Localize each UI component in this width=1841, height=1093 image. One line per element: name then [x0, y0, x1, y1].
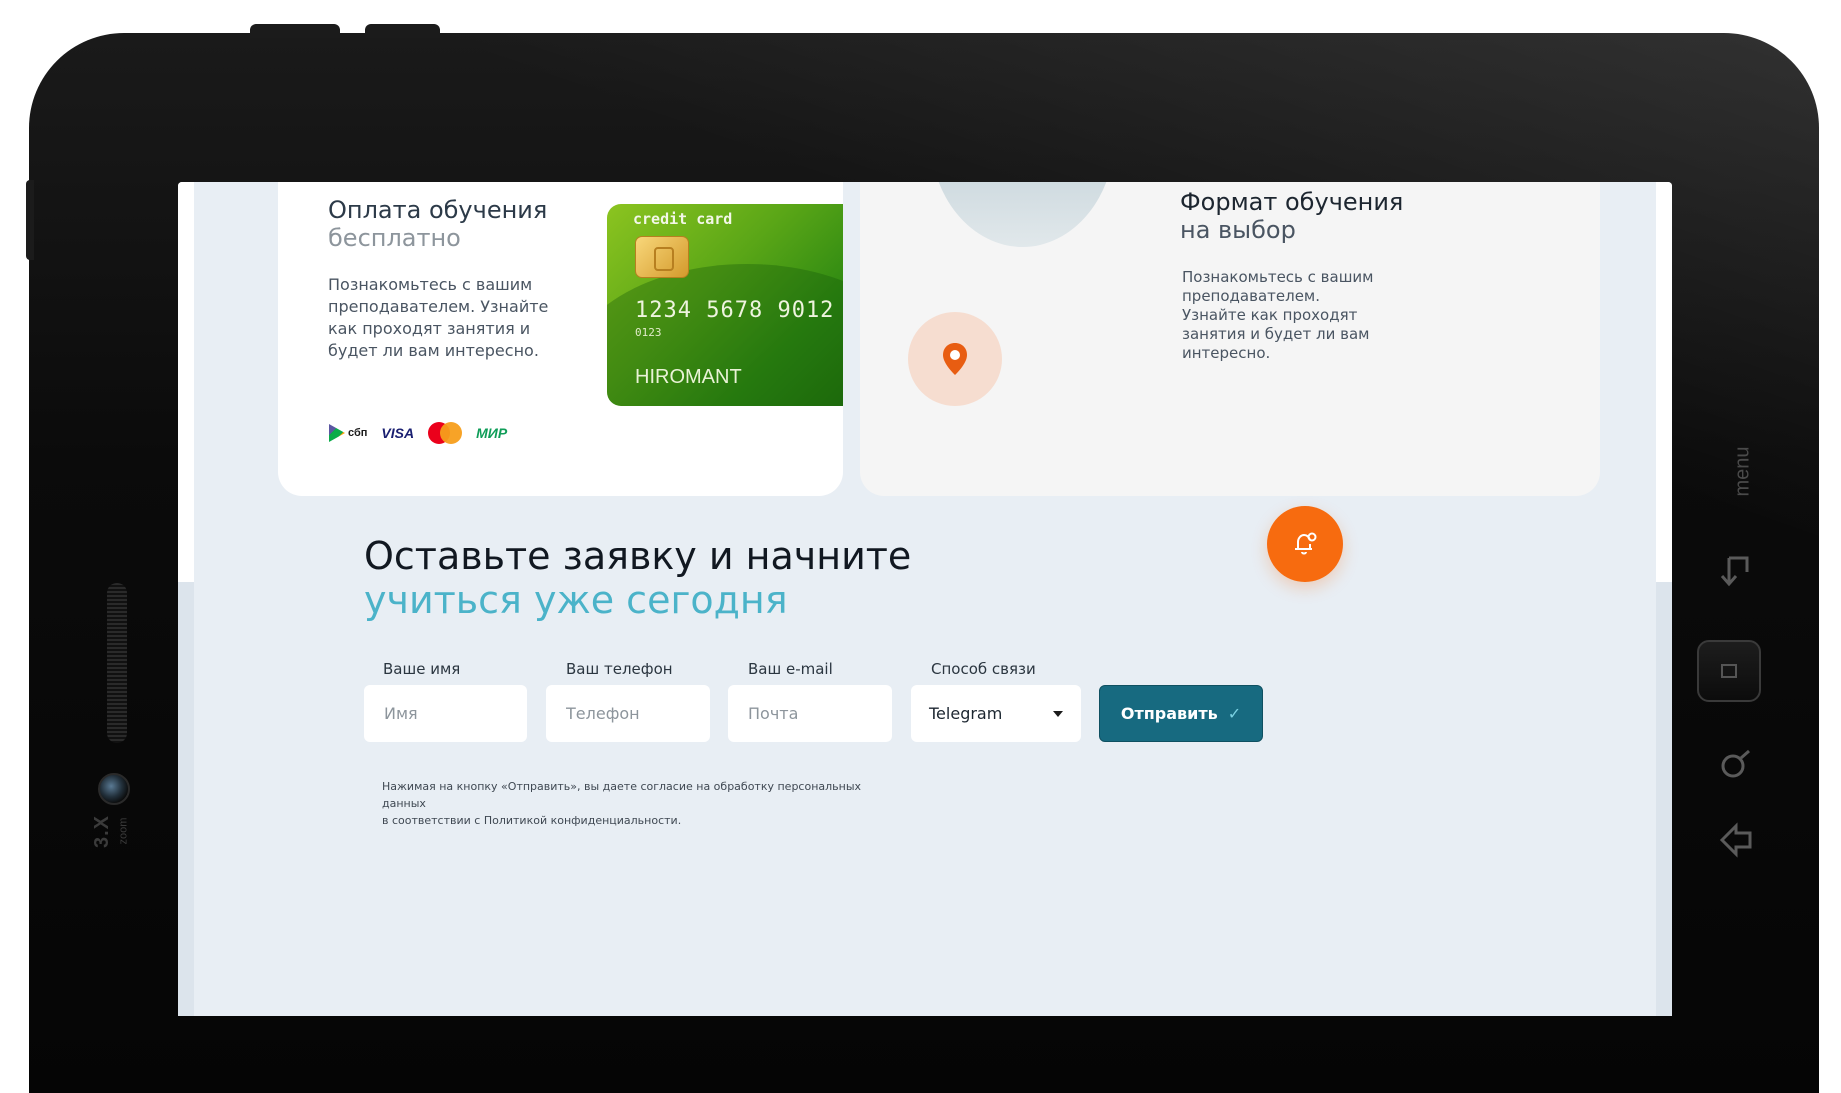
payment-card: Оплата обучения бесплатно Познакомьтесь … — [278, 182, 843, 496]
notification-button[interactable] — [1267, 506, 1343, 582]
screen-edge-right — [1656, 182, 1672, 582]
email-label: Ваш e-mail — [748, 660, 833, 678]
location-badge — [908, 312, 1002, 406]
search-icon[interactable] — [1713, 742, 1759, 788]
mir-logo: МИР — [476, 425, 508, 441]
name-label: Ваше имя — [383, 660, 461, 678]
visa-logo: VISA — [381, 425, 415, 441]
consent-text: Нажимая на кнопку «Отправить», вы даете … — [382, 778, 902, 829]
payment-logos: сбп VISA МИР — [329, 422, 507, 444]
email-input[interactable] — [728, 685, 892, 742]
side-button — [26, 180, 34, 260]
page-content: Оплата обучения бесплатно Познакомьтесь … — [194, 182, 1656, 1016]
submit-label: Отправить — [1120, 704, 1218, 723]
form-heading-accent: учиться уже сегодня — [364, 578, 788, 622]
sbp-text: сбп — [348, 427, 368, 439]
consent-line-2: в соответствии с Политикой конфиденциаль… — [382, 814, 682, 827]
screen-edge-left — [178, 182, 194, 582]
credit-card-number: 1234 5678 9012 — [635, 298, 835, 323]
sbp-logo: сбп — [329, 424, 367, 442]
credit-card-holder: HIROMANT — [635, 366, 742, 388]
submit-button[interactable]: Отправить ✓ — [1099, 685, 1263, 742]
chip-icon — [635, 236, 689, 278]
zoom-sub-label: zoom — [117, 817, 130, 845]
home-button[interactable] — [1697, 640, 1761, 702]
credit-card-image: credit card 1234 5678 9012 0123 HIROMANT — [607, 204, 843, 406]
return-arrow-icon[interactable] — [1713, 548, 1759, 594]
format-description: Познакомьтесь с вашим преподавателем. Уз… — [1182, 268, 1374, 362]
speaker-grille — [107, 583, 127, 743]
format-image — [930, 182, 1115, 247]
credit-card-small-number: 0123 — [635, 326, 662, 339]
contact-method-select[interactable]: Telegram — [911, 685, 1081, 742]
mastercard-logo — [428, 422, 463, 444]
camera-icon — [98, 773, 130, 805]
name-input[interactable] — [364, 685, 527, 742]
sbp-icon — [329, 424, 345, 442]
format-title: Формат обучения — [1180, 188, 1404, 216]
format-subtitle: на выбор — [1180, 216, 1296, 244]
payment-subtitle: бесплатно — [328, 224, 461, 252]
check-icon: ✓ — [1227, 704, 1242, 723]
map-pin-icon — [943, 343, 967, 375]
screen-strip-left — [178, 582, 194, 1016]
menu-label: menu — [1731, 446, 1754, 497]
phone-label: Ваш телефон — [566, 660, 673, 678]
form-heading: Оставьте заявку и начните — [364, 534, 912, 578]
zoom-label: 3.X — [91, 814, 114, 849]
screen: Оплата обучения бесплатно Познакомьтесь … — [178, 182, 1672, 1016]
payment-description: Познакомьтесь с вашим преподавателем. Уз… — [328, 275, 549, 360]
volume-button — [365, 24, 440, 38]
caret-down-icon — [1053, 710, 1063, 717]
bell-icon — [1295, 532, 1317, 555]
payment-title: Оплата обучения — [328, 196, 548, 224]
credit-card-type: credit card — [633, 210, 733, 228]
phone-input[interactable] — [546, 685, 710, 742]
contact-method-label: Способ связи — [931, 660, 1036, 678]
screen-strip-right — [1656, 582, 1672, 1016]
consent-line-1: Нажимая на кнопку «Отправить», вы даете … — [382, 780, 862, 810]
back-icon[interactable] — [1713, 817, 1759, 863]
format-card: Формат обучения на выбор Познакомьтесь с… — [860, 182, 1600, 496]
contact-method-value: Telegram — [929, 704, 1003, 723]
power-button — [250, 24, 340, 38]
